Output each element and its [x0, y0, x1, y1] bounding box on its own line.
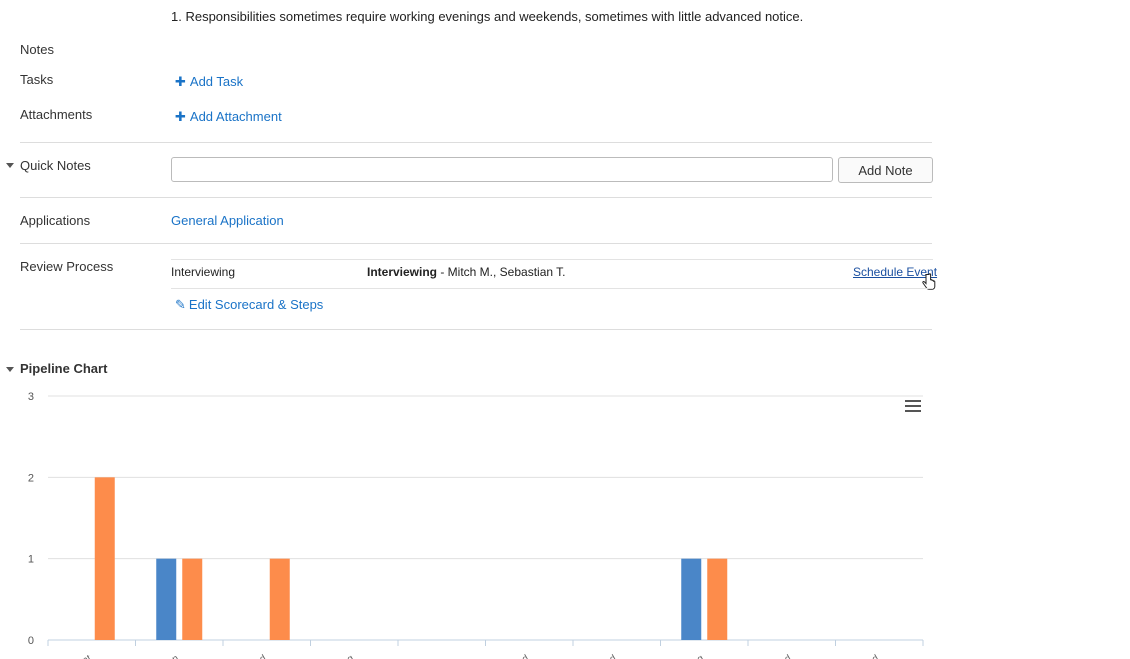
- edit-scorecard-label: Edit Scorecard & Steps: [188, 297, 324, 312]
- hand-cursor-icon: [921, 273, 937, 294]
- description-text: 1. Responsibilities sometimes require wo…: [171, 9, 804, 24]
- collapse-caret-icon[interactable]: [6, 163, 14, 168]
- divider: [20, 197, 932, 198]
- x-tick-label: …ing: [680, 653, 706, 659]
- bar: [182, 558, 203, 640]
- review-stage-detail-bold: Interviewing: [367, 265, 438, 279]
- applications-label: Applications: [20, 213, 91, 228]
- review-stage-detail: Interviewing - Mitch M., Sebastian T.: [367, 265, 566, 279]
- bar: [707, 558, 728, 640]
- x-tick-label: …2…: [416, 653, 444, 659]
- bar: [94, 477, 115, 640]
- pencil-icon: ✎: [175, 297, 186, 312]
- add-attachment-link[interactable]: ✚ Add Attachment: [175, 109, 282, 125]
- x-tick-label: …ed: [507, 653, 531, 659]
- general-application-link[interactable]: General Application: [171, 213, 284, 228]
- collapse-caret-icon[interactable]: [6, 367, 14, 372]
- add-task-link[interactable]: ✚ Add Task: [175, 74, 243, 90]
- bar: [269, 558, 290, 640]
- plus-icon: ✚: [175, 109, 186, 124]
- bar: [681, 558, 702, 640]
- add-task-label: Add Task: [189, 74, 244, 89]
- x-tick-label: …ion: [155, 653, 181, 659]
- tasks-label: Tasks: [20, 72, 54, 87]
- row-divider: [171, 259, 933, 260]
- bar: [156, 558, 177, 640]
- row-divider: [171, 288, 933, 289]
- y-tick-label: 3: [28, 391, 34, 403]
- review-interviewers: - Mitch M., Sebastian T.: [437, 265, 566, 279]
- quick-note-input[interactable]: [171, 157, 833, 182]
- x-tick-label: …ing: [330, 653, 356, 659]
- divider: [20, 142, 932, 143]
- add-attachment-label: Add Attachment: [189, 109, 282, 124]
- x-tick-label: …red: [767, 653, 794, 659]
- y-tick-label: 0: [28, 635, 34, 647]
- edit-scorecard-link[interactable]: ✎ Edit Scorecard & Steps: [175, 297, 323, 313]
- x-tick-label: …nt: [72, 653, 94, 659]
- pipeline-chart: 0 1 2 3 …nt …ion …ted …ing …2… …ed …ed …ing …red …ed: [28, 391, 924, 659]
- add-note-button[interactable]: Add Note: [838, 157, 933, 183]
- plus-icon: ✚: [175, 74, 186, 89]
- pipeline-chart-title: Pipeline Chart: [20, 361, 108, 376]
- x-tick-label: …ed: [857, 653, 881, 659]
- review-process-label: Review Process: [20, 259, 114, 274]
- quick-notes-label: Quick Notes: [20, 158, 91, 173]
- x-tick-label: …ed: [594, 653, 618, 659]
- y-tick-label: 2: [28, 472, 34, 484]
- divider: [20, 329, 932, 330]
- notes-label: Notes: [20, 42, 54, 57]
- y-tick-label: 1: [28, 554, 34, 566]
- divider: [20, 243, 932, 244]
- review-stage-name: Interviewing: [171, 265, 236, 279]
- x-tick-label: …ted: [242, 653, 268, 659]
- attachments-label: Attachments: [20, 107, 93, 122]
